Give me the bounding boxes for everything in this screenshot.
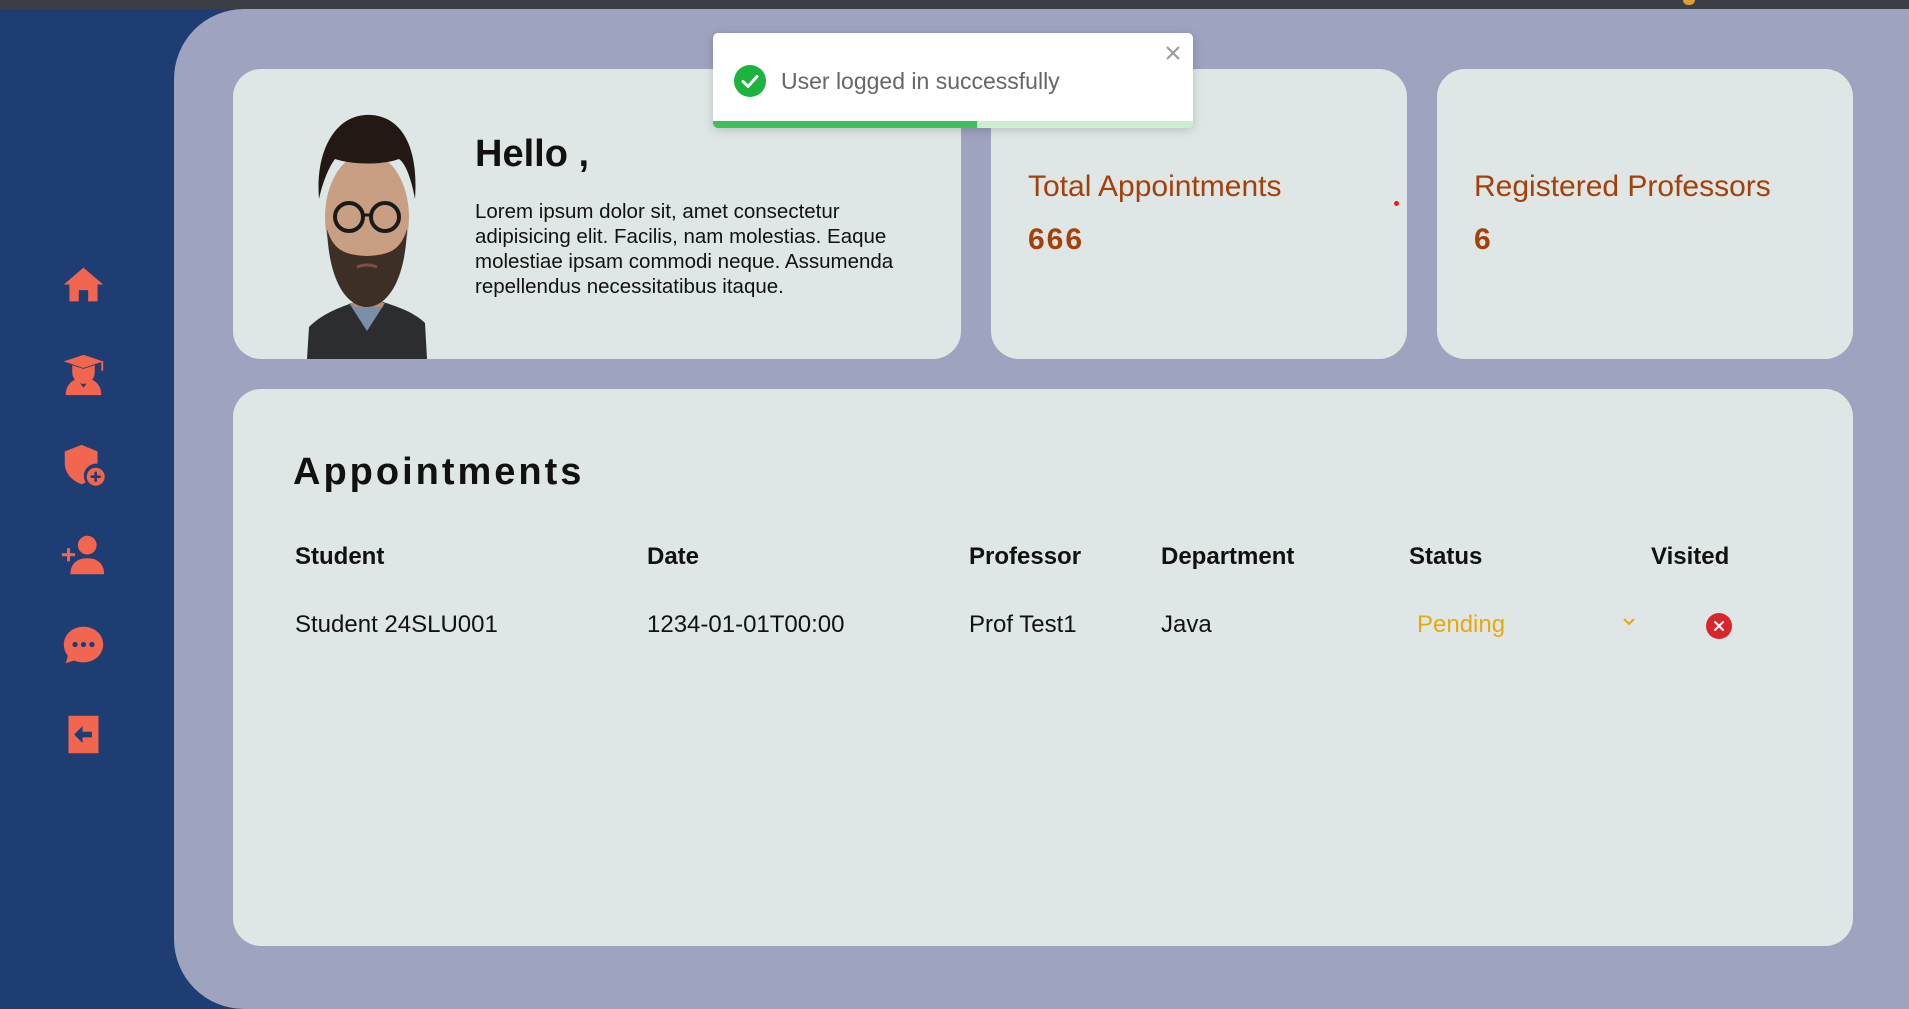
main-content: Hello , Lorem ipsum dolor sit, amet cons… (174, 9, 1909, 1009)
logout-icon (68, 715, 99, 754)
close-icon[interactable] (1161, 41, 1185, 65)
sidebar-item-messages[interactable] (61, 622, 106, 667)
column-header-department: Department (1161, 543, 1295, 570)
toast-notification: User logged in successfully (713, 33, 1193, 128)
sidebar-item-professors[interactable] (61, 442, 106, 487)
column-header-professor: Professor (969, 543, 1082, 570)
cell-department: Java (1161, 611, 1212, 638)
toast-progress-track (713, 121, 1193, 128)
sidebar-item-logout[interactable] (61, 712, 106, 757)
shield-plus-icon (64, 444, 105, 486)
visited-toggle-button[interactable] (1706, 613, 1732, 639)
indicator-dot (1394, 201, 1399, 206)
registered-professors-card: Registered Professors 6 (1437, 69, 1853, 359)
toast-message: User logged in successfully (781, 68, 1060, 94)
cell-professor: Prof Test1 (969, 611, 1077, 638)
status-select[interactable]: Pending (1409, 607, 1645, 641)
column-header-status: Status (1409, 543, 1483, 570)
registered-professors-label: Registered Professors (1474, 170, 1771, 203)
close-icon (1714, 621, 1724, 631)
profile-photo (307, 114, 427, 359)
column-header-date: Date (647, 543, 700, 570)
total-appointments-label: Total Appointments (1028, 170, 1282, 203)
column-header-student: Student (295, 543, 385, 570)
cell-student: Student 24SLU001 (295, 611, 498, 638)
registered-professors-value: 6 (1474, 223, 1493, 256)
chat-icon (63, 626, 104, 664)
toast-progress-bar (713, 121, 977, 128)
cell-date: 1234-01-01T00:00 (647, 611, 845, 638)
graduate-icon (63, 354, 104, 396)
sidebar-item-home[interactable] (61, 262, 106, 307)
total-appointments-value: 666 (1028, 223, 1085, 256)
add-user-icon (61, 535, 105, 575)
sidebar-item-add-user[interactable] (61, 532, 106, 577)
success-check-icon (734, 65, 766, 97)
hello-description: Lorem ipsum dolor sit, amet consectetur … (475, 200, 894, 298)
chevron-down-icon (1623, 618, 1635, 626)
appointments-card: Appointments Student Date Professor Depa… (233, 389, 1853, 946)
hello-heading: Hello , (475, 133, 590, 175)
top-bar-indicator (1683, 0, 1695, 5)
sidebar-item-students[interactable] (61, 352, 106, 397)
column-header-visited: Visited (1651, 543, 1730, 570)
browser-top-bar (0, 0, 1909, 9)
appointments-title: Appointments (293, 451, 585, 493)
status-value: Pending (1417, 611, 1506, 638)
sidebar (0, 9, 174, 1000)
home-icon (63, 267, 104, 302)
